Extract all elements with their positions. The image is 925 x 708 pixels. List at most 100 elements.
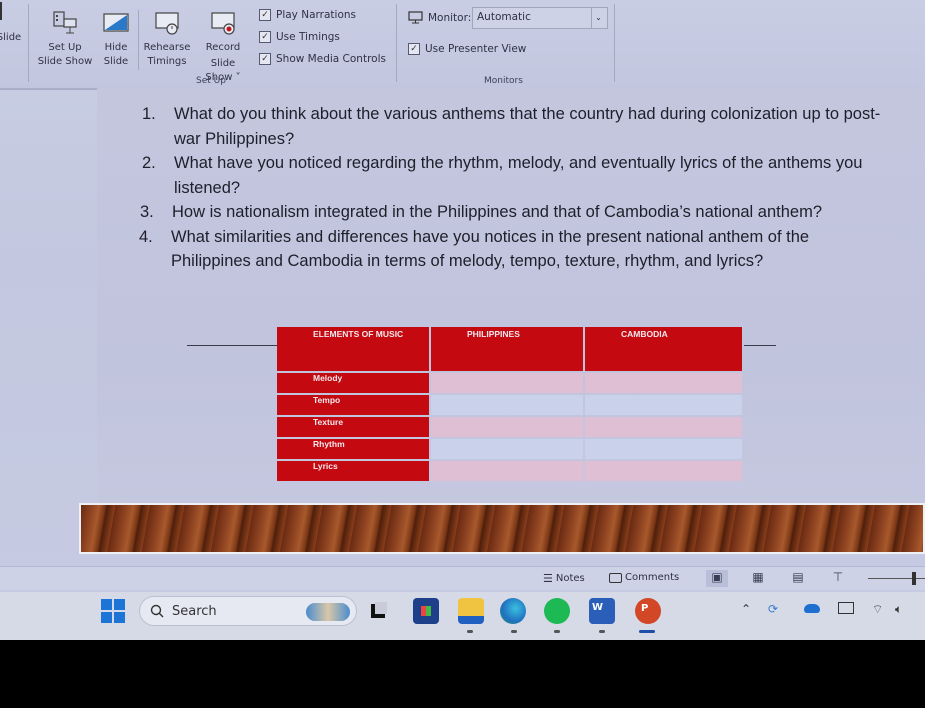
use-timings-label: Use Timings (276, 31, 340, 43)
table-row: Rhythm (277, 439, 742, 459)
zoom-slider-thumb[interactable] (912, 572, 916, 585)
table-cell[interactable] (585, 373, 742, 393)
onedrive-icon[interactable] (804, 602, 820, 616)
question-item: 3. How is nationalism integrated in the … (140, 200, 882, 225)
running-indicator (554, 630, 560, 633)
table-cell[interactable] (431, 439, 583, 459)
cast-icon[interactable] (838, 602, 854, 617)
separator (614, 4, 615, 82)
file-explorer-icon[interactable] (458, 598, 484, 624)
checkbox-icon: ✓ (259, 9, 271, 21)
zoom-slider[interactable] (868, 578, 925, 579)
partial-slide-button[interactable]: Slide (0, 2, 24, 46)
question-item: 4. What similarities and differences hav… (139, 225, 882, 274)
normal-view-button[interactable]: ▣ (706, 570, 728, 587)
table-row: Lyrics (277, 461, 742, 481)
record-icon (209, 10, 237, 36)
record-slideshow-button[interactable]: Record Slide Show ˅ (192, 10, 254, 86)
slideshow-view-button[interactable]: ⊤ (827, 570, 849, 587)
spotify-icon[interactable] (544, 598, 570, 624)
table-cell[interactable] (431, 461, 583, 481)
status-bar: ☰ Notes Comments ▣ ▦ ▤ ⊤ (0, 566, 925, 590)
monitor-label: Monitor: (428, 11, 472, 24)
stopwatch-icon (153, 10, 181, 36)
partial-slide-label: Slide (0, 32, 22, 43)
comments-button[interactable]: Comments (609, 572, 679, 583)
rehearse-label-2: Timings (147, 56, 187, 67)
slide-sorter-button[interactable]: ▦ (747, 570, 769, 587)
decorative-line (744, 345, 776, 346)
task-view-icon[interactable] (367, 598, 393, 624)
slide-icon (0, 2, 2, 20)
taskbar-search[interactable]: Search (139, 596, 357, 626)
table-cell[interactable] (585, 461, 742, 481)
row-label: Melody (277, 373, 429, 393)
question-list: 1. What do you think about the various a… (139, 102, 882, 274)
question-item: 1. What do you think about the various a… (142, 102, 882, 151)
table-cell[interactable] (431, 373, 583, 393)
show-media-controls-checkbox[interactable]: ✓ Show Media Controls (259, 53, 386, 65)
setup-slideshow-button[interactable]: Set Up Slide Show (36, 10, 94, 70)
chevron-up-icon[interactable]: ⌃ (741, 602, 751, 616)
notes-icon: ☰ (543, 572, 553, 585)
separator (28, 4, 29, 82)
windows-start-icon[interactable] (101, 599, 125, 623)
use-presenter-view-label: Use Presenter View (425, 43, 527, 55)
table-row: Melody (277, 373, 742, 393)
presentation-icon: ⊤ (832, 570, 844, 584)
table-cell[interactable] (585, 395, 742, 415)
setup-slideshow-label-2: Slide Show (37, 56, 93, 67)
question-item: 2. What have you noticed regarding the r… (142, 151, 882, 200)
show-media-controls-label: Show Media Controls (276, 53, 386, 65)
question-text: What have you noticed regarding the rhyt… (174, 154, 863, 197)
use-timings-checkbox[interactable]: ✓ Use Timings (259, 31, 340, 43)
row-label: Rhythm (277, 439, 429, 459)
question-number: 3. (140, 203, 154, 221)
play-narrations-checkbox[interactable]: ✓ Play Narrations (259, 9, 356, 21)
microsoft-store-icon[interactable] (413, 598, 439, 624)
table-cell[interactable] (585, 417, 742, 437)
reading-view-button[interactable]: ▤ (787, 570, 809, 587)
volume-icon[interactable]: 🔈︎ (895, 602, 902, 617)
monitor-select-value: Automatic (477, 11, 531, 23)
powerpoint-icon[interactable]: P (635, 598, 661, 624)
header-cambodia: CAMBODIA (585, 327, 742, 371)
running-indicator (511, 630, 517, 633)
hide-slide-button[interactable]: Hide Slide (100, 10, 132, 70)
table-header-row: ELEMENTS OF MUSIC PHILIPPINES CAMBODIA (277, 327, 742, 371)
sync-icon[interactable]: ⟳ (768, 602, 778, 616)
setup-slideshow-icon (51, 10, 79, 36)
monitor-label-row: Monitor: (408, 11, 471, 24)
checkbox-icon: ✓ (408, 43, 420, 55)
rehearse-timings-button[interactable]: Rehearse Timings (143, 10, 191, 70)
slide-sorter-icon: ▦ (752, 570, 764, 584)
active-indicator (639, 630, 655, 633)
hide-slide-label-2: Slide (103, 56, 129, 67)
hide-slide-icon (102, 10, 130, 36)
edge-icon[interactable] (500, 598, 526, 624)
question-text: What do you think about the various anth… (174, 105, 881, 148)
running-indicator (599, 630, 605, 633)
header-philippines: PHILIPPINES (431, 327, 583, 371)
row-label: Lyrics (277, 461, 429, 481)
monitor-select[interactable]: Automatic ⌄ (472, 7, 608, 29)
separator (138, 10, 139, 70)
table-cell[interactable] (431, 417, 583, 437)
checkbox-icon: ✓ (259, 31, 271, 43)
table-cell[interactable] (431, 395, 583, 415)
reading-view-icon: ▤ (792, 570, 804, 584)
question-text: What similarities and differences have y… (171, 227, 810, 271)
comment-icon (609, 572, 622, 583)
use-presenter-view-checkbox[interactable]: ✓ Use Presenter View (408, 43, 526, 55)
monitor-icon (408, 11, 423, 24)
play-narrations-label: Play Narrations (276, 9, 356, 21)
normal-view-icon: ▣ (711, 570, 723, 584)
search-placeholder: Search (172, 603, 217, 619)
notes-label: Notes (555, 573, 585, 584)
table-cell[interactable] (585, 439, 742, 459)
question-number: 2. (142, 154, 156, 172)
record-label-1: Record Slide (205, 42, 241, 69)
word-icon[interactable]: W (589, 598, 615, 624)
wifi-icon[interactable]: ⌔ (872, 602, 883, 617)
notes-button[interactable]: ☰ Notes (543, 572, 585, 585)
